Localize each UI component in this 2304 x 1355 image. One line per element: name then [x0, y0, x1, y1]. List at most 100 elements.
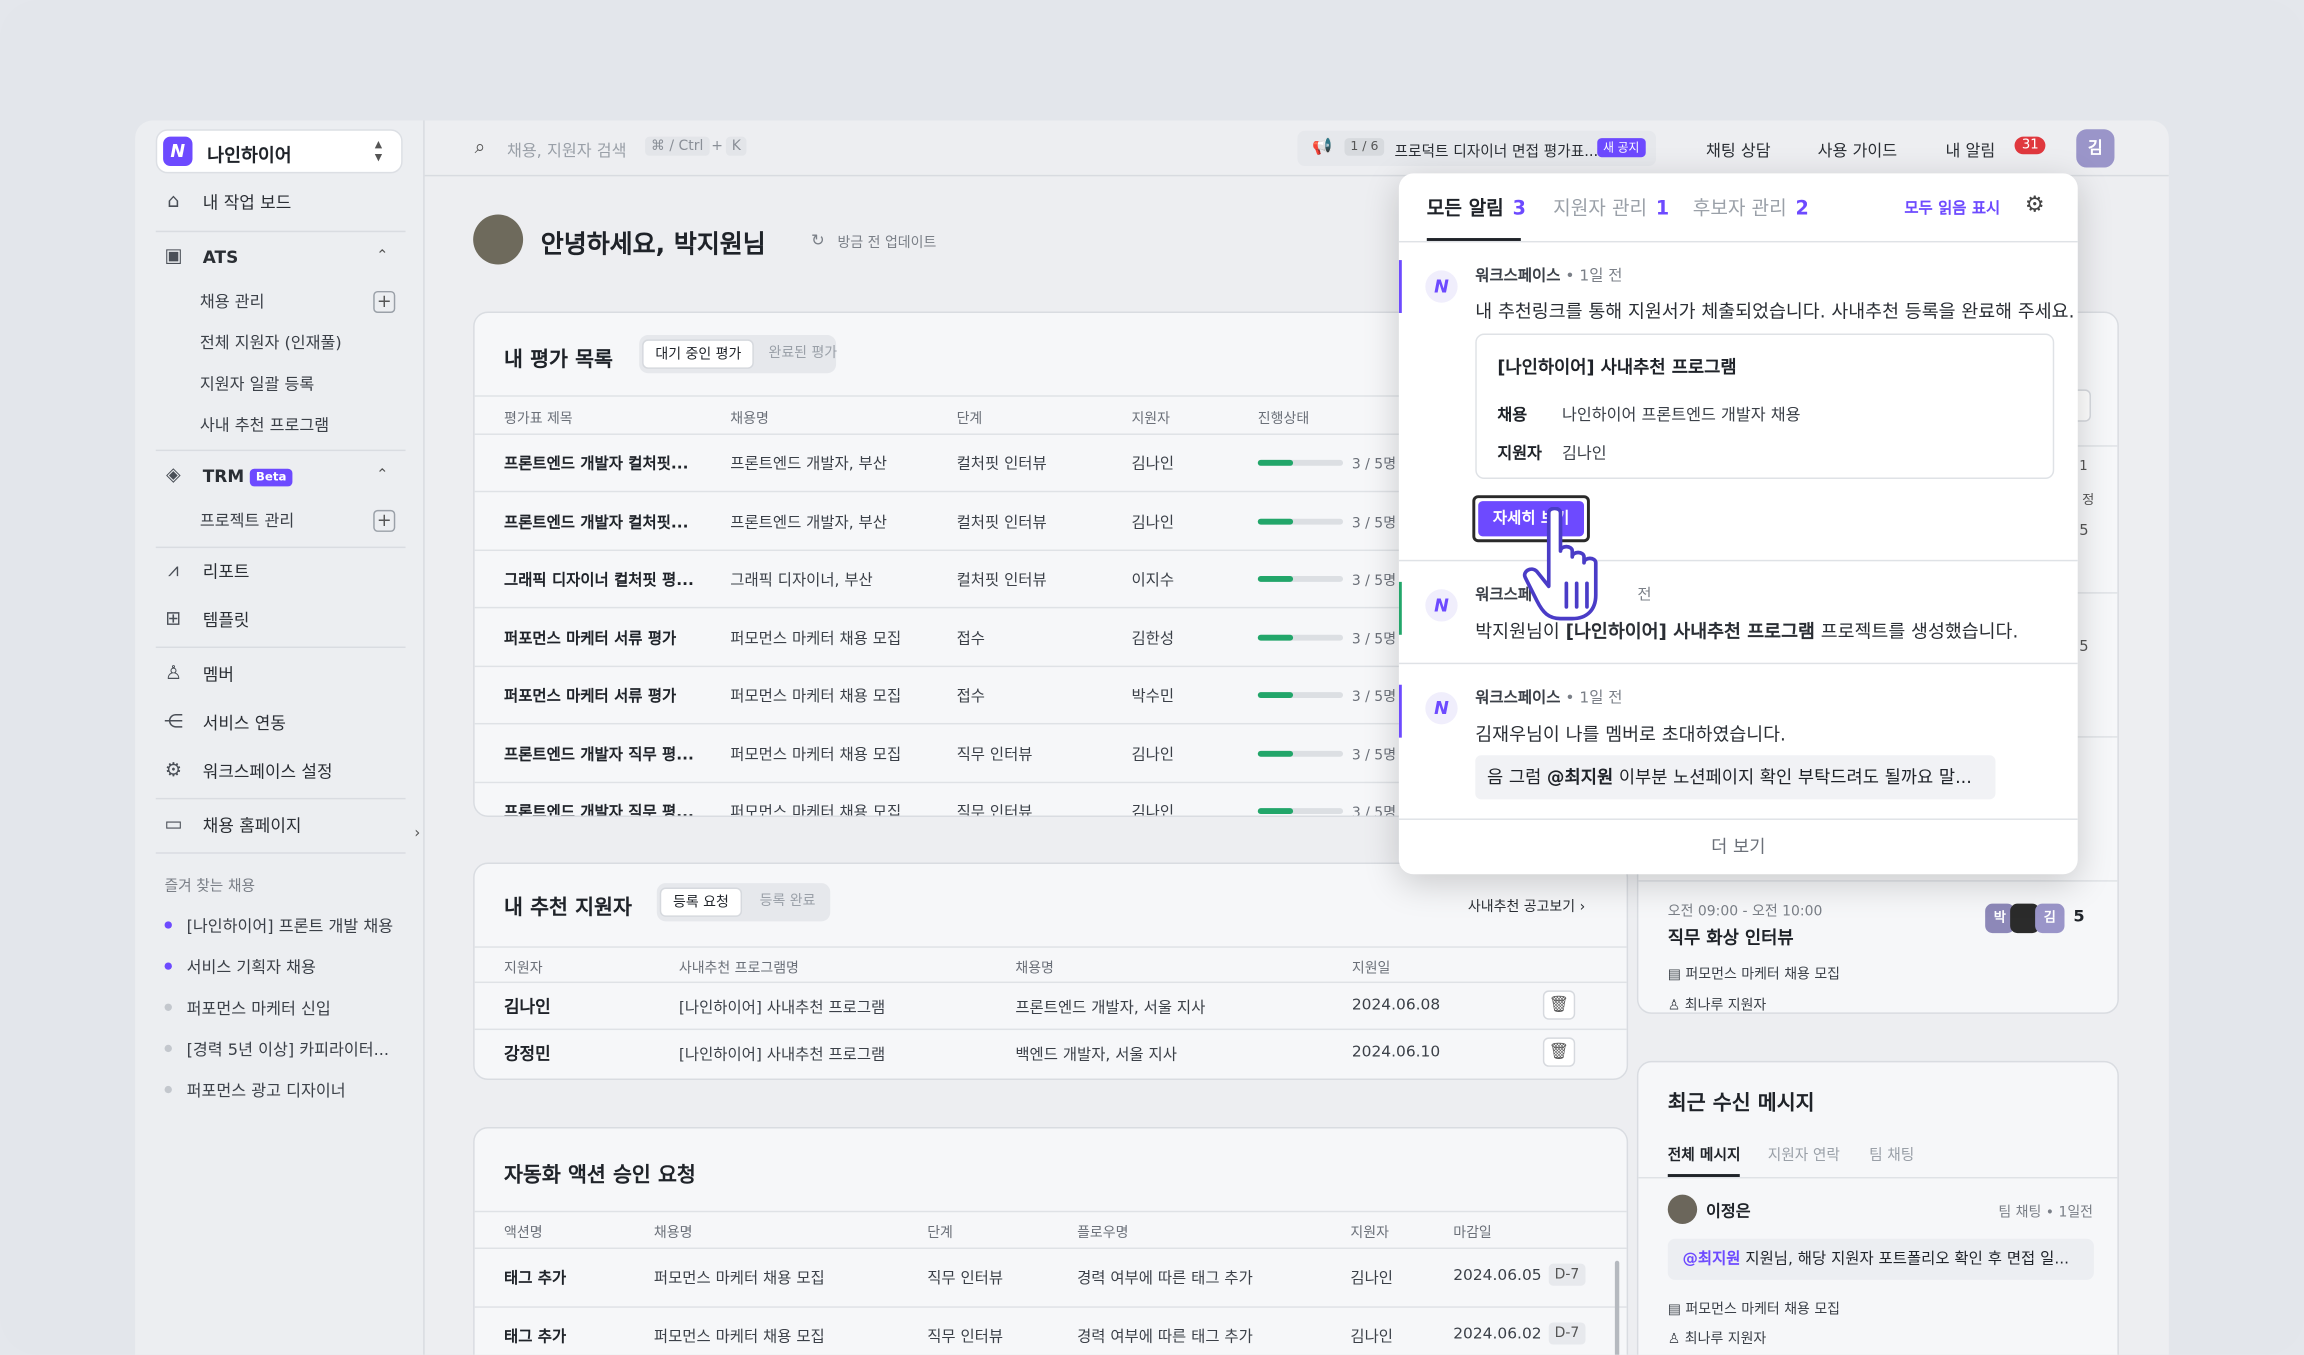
- new-notice-badge: 새 공지: [1597, 138, 1646, 158]
- table-row[interactable]: 김나인 [나인하이어] 사내추천 프로그램 프론트엔드 개발자, 서울 지사 2024…: [475, 982, 1627, 1029]
- tab-label: 모든 알림: [1426, 198, 1504, 221]
- progress-bar: [1257, 517, 1344, 524]
- notification-item[interactable]: N 워크스페이스 • 1일 전 김재우님이 나를 멤버로 초대하였습니다. 음 …: [1398, 664, 2078, 817]
- eval-applicant: 김나인: [1131, 513, 1175, 532]
- eval-applicant: 김나인: [1131, 745, 1175, 764]
- fav-label: [경력 5년 이상] 카피라이터...: [186, 1040, 390, 1060]
- fav-item[interactable]: [경력 5년 이상] 카피라이터...: [164, 1037, 390, 1061]
- divider: [1638, 1176, 2118, 1179]
- automation-job: 퍼모먼스 마케터 채용 모집: [653, 1269, 825, 1288]
- notification-message: 김재우님이 나를 멤버로 초대하였습니다.: [1475, 722, 1786, 745]
- table-row[interactable]: 강정민 [나인하이어] 사내추천 프로그램 백엔드 개발자, 서울 지사 2024.0…: [475, 1029, 1627, 1076]
- nav-all-applicants[interactable]: 전체 지원자 (인재풀): [200, 331, 342, 355]
- tab-candidate-notifications[interactable]: 후보자 관리 2: [1693, 192, 1809, 220]
- automation-job: 퍼모먼스 마케터 채용 모집: [653, 1328, 825, 1346]
- delete-button[interactable]: 🗑: [1542, 990, 1576, 1020]
- shortcut-key: ⌘ / Ctrl: [645, 136, 710, 156]
- workspace-logo-icon: N: [163, 136, 193, 167]
- my-alerts-button[interactable]: 내 알림: [1945, 138, 1995, 162]
- nav-ats[interactable]: ▣ ATS ⌃: [162, 242, 397, 271]
- nav-project[interactable]: 프로젝트 관리: [200, 508, 294, 532]
- workspace-logo-icon: N: [1425, 270, 1458, 303]
- schedule-count-fragment: 5: [2079, 523, 2089, 540]
- nav-bulk-register[interactable]: 지원자 일괄 등록: [200, 372, 314, 396]
- col-header: 사내추천 프로그램명: [678, 960, 799, 978]
- search-input[interactable]: 채용, 지원자 검색: [507, 138, 627, 162]
- progress-text: 3 / 5명: [1351, 747, 1397, 764]
- referral-card: 내 추천 지원자 등록 요청 등록 완료 사내추천 공고보기 › 지원자 사내추…: [473, 862, 1629, 1081]
- notification-message: 내 추천링크를 통해 지원서가 체출되었습니다. 사내추천 등록을 완료해 주세…: [1475, 299, 2075, 322]
- referral-posting-link[interactable]: 사내추천 공고보기 ›: [1468, 895, 1586, 916]
- schedule-count-fragment: 1: [2079, 459, 2088, 475]
- nav-homepage-label: 채용 홈페이지: [202, 815, 302, 837]
- eval-applicant: 김한성: [1131, 629, 1175, 648]
- user-guide-link[interactable]: 사용 가이드: [1818, 138, 1898, 162]
- fav-item[interactable]: 퍼포먼스 광고 디자이너: [164, 1079, 346, 1103]
- request-tab[interactable]: 등록 요청: [659, 887, 743, 917]
- chat-support-link[interactable]: 채팅 상담: [1706, 138, 1771, 162]
- referral-applicant: 강정민: [504, 1043, 551, 1064]
- refresh-icon[interactable]: ↻: [811, 231, 825, 250]
- fav-item[interactable]: [나인하이어] 프론트 개발 채용: [164, 914, 393, 938]
- chevron-up-icon[interactable]: ⌃: [376, 461, 388, 490]
- notification-source: 워크스페이스 • 1일 전: [1475, 686, 1622, 708]
- notification-time: • 1일 전: [1565, 267, 1623, 286]
- participant-count: 5: [2073, 906, 2085, 926]
- add-recruit-button[interactable]: +: [373, 290, 396, 313]
- scrollbar[interactable]: [1614, 1260, 1620, 1355]
- more-button[interactable]: 더 보기: [1399, 833, 2078, 858]
- notification-item[interactable]: N 워크스페이 전 박지원님이 [나인하이어] 사내추천 프로그램 프로젝트를 생…: [1398, 561, 2078, 661]
- notification-item[interactable]: N 워크스페이스 • 1일 전 내 추천링크를 통해 지원서가 체출되었습니다.…: [1398, 242, 2078, 560]
- divider: [155, 546, 406, 549]
- nav-dashboard-label: 내 작업 보드: [202, 192, 292, 214]
- pending-tab[interactable]: 대기 중인 평가: [642, 339, 755, 369]
- beta-badge: Beta: [250, 468, 293, 487]
- sender-name: 이정은: [1705, 1201, 1751, 1222]
- mark-all-read-button[interactable]: 모두 읽음 표시: [1904, 197, 2000, 219]
- workspace-switcher[interactable]: N 나인하이어 ▴ ▾: [155, 129, 403, 174]
- eval-stage: 직무 인터뷰: [956, 745, 1033, 764]
- divider: [155, 646, 406, 649]
- chevron-right-icon: ›: [1579, 899, 1586, 916]
- messages-tab-all[interactable]: 전체 메시지: [1668, 1142, 1741, 1164]
- document-icon: ▤: [1667, 966, 1681, 984]
- col-header: 진행상태: [1257, 411, 1310, 428]
- user-photo-avatar: [473, 214, 524, 265]
- user-avatar[interactable]: 김: [2076, 129, 2115, 168]
- nav-referral[interactable]: 사내 추천 프로그램: [200, 413, 329, 437]
- settings-gear-icon[interactable]: ⚙: [2025, 191, 2045, 217]
- fav-item[interactable]: 퍼포먼스 마케터 신입: [164, 996, 331, 1020]
- nav-recruit[interactable]: 채용 관리: [200, 289, 265, 313]
- nav-trm[interactable]: ◈ TRM Beta ⌃: [162, 461, 397, 490]
- tab-all-notifications[interactable]: 모든 알림 3: [1427, 192, 1526, 220]
- messages-tab-team[interactable]: 팀 채팅: [1869, 1142, 1914, 1164]
- tab-applicant-notifications[interactable]: 지원자 관리 1: [1553, 192, 1669, 220]
- eval-job: 퍼모먼스 마케터 채용 모집: [730, 745, 902, 764]
- messages-tab-applicant[interactable]: 지원자 연락: [1768, 1142, 1840, 1164]
- done-tab[interactable]: 완료된 평가: [757, 339, 849, 368]
- add-project-button[interactable]: +: [373, 509, 396, 532]
- fav-item[interactable]: 서비스 기획자 채용: [164, 955, 316, 979]
- notification-source: 워크스페이스 • 1일 전: [1475, 264, 1622, 286]
- nav-trm-label: TRM: [202, 465, 245, 487]
- progress-bar: [1257, 692, 1344, 698]
- screen-background: N 나인하이어 ▴ ▾ ⌂ 내 작업 보드 ▣ ATS ⌃ 채용 관리 + 전체 지원자…: [0, 0, 2304, 1355]
- schedule-title[interactable]: 직무 화상 인터뷰: [1668, 924, 1794, 949]
- message-preview[interactable]: @최지원 지원님, 해당 지원자 포트폴리오 확인 후 면접 일...: [1667, 1238, 2094, 1280]
- complete-tab[interactable]: 등록 완료: [748, 888, 827, 917]
- table-row[interactable]: 태그 추가 퍼모먼스 마케터 채용 모집 직무 인터뷰 경력 여부에 따른 태그 추가…: [475, 1306, 1606, 1354]
- chevron-up-icon[interactable]: ⌃: [376, 242, 388, 271]
- delete-button[interactable]: 🗑: [1542, 1037, 1576, 1067]
- sidebar-collapse-icon[interactable]: ›: [414, 826, 420, 842]
- eval-title: 프론트엔드 개발자 컬처핏...: [504, 455, 689, 474]
- progress-bar: [1257, 634, 1344, 640]
- notice-banner[interactable]: 📢 1 / 6 프로덕트 디자이너 면접 평가표... 새 공지: [1297, 130, 1657, 167]
- notification-panel: 모든 알림 3 지원자 관리 1 후보자 관리 2 모두 읽음 표시 ⚙ N 워크스페…: [1398, 173, 2078, 875]
- nav-integration-label: 서비스 연동: [202, 712, 286, 734]
- progress-fill: [1257, 808, 1294, 815]
- notice-count: 1 / 6: [1344, 138, 1385, 156]
- fav-dot: [164, 1003, 172, 1011]
- table-row[interactable]: 태그 추가 퍼모먼스 마케터 채용 모집 직무 인터뷰 경력 여부에 따른 태그 추가…: [475, 1248, 1606, 1307]
- eval-stage: 직무 인터뷰: [956, 803, 1033, 817]
- col-header: 지원자: [504, 960, 543, 978]
